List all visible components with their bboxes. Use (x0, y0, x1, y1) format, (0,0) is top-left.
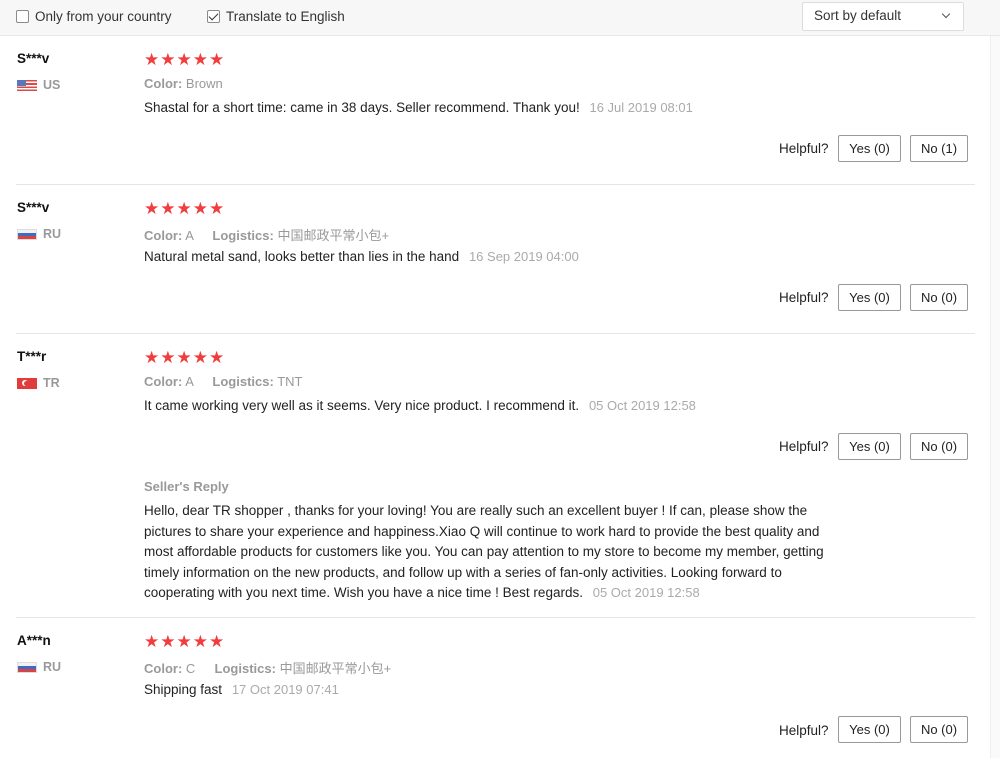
star-rating: ★★★★★ (144, 199, 226, 218)
review-divider (16, 333, 975, 334)
sort-dropdown[interactable]: Sort by default (802, 2, 964, 31)
review-text-line: Shipping fast 17 Oct 2019 07:41 (144, 682, 339, 697)
checkbox-checked-icon[interactable] (207, 10, 220, 23)
seller-reply-title: Seller's Reply (144, 479, 229, 494)
seller-reply-text: Hello, dear TR shopper , thanks for your… (144, 503, 824, 600)
ru-flag-icon (17, 228, 37, 240)
country-code: US (43, 78, 61, 92)
reviewer-country: TR (17, 376, 60, 390)
only-from-country-label: Only from your country (35, 9, 172, 24)
helpful-yes-button[interactable]: Yes (0) (838, 135, 901, 162)
review-divider (16, 617, 975, 618)
logistics-key: Logistics: (214, 661, 276, 676)
color-key: Color: (144, 661, 183, 676)
review-date: 16 Sep 2019 04:00 (468, 249, 579, 264)
reviewer-name: S***v (17, 200, 50, 215)
color-key: Color: (144, 374, 183, 389)
logistics-key: Logistics: (212, 228, 274, 243)
reviewer-name: S***v (17, 51, 50, 66)
logistics-key: Logistics: (212, 374, 274, 389)
only-from-country-checkbox[interactable]: Only from your country (16, 9, 172, 24)
helpful-no-button[interactable]: No (1) (910, 135, 968, 162)
review-date: 17 Oct 2019 07:41 (231, 682, 339, 697)
reviewer-country: US (17, 78, 60, 92)
helpful-yes-button[interactable]: Yes (0) (838, 284, 901, 311)
helpful-no-button[interactable]: No (0) (910, 284, 968, 311)
star-rating: ★★★★★ (144, 50, 226, 69)
chevron-down-icon (941, 9, 951, 19)
review-text: Shipping fast (144, 682, 223, 697)
country-code: RU (43, 227, 62, 241)
reviewer-country: RU (17, 660, 61, 674)
logistics-value: 中国邮政平常小包+ (279, 661, 392, 676)
review-attributes: Color: Brown (144, 76, 223, 91)
reviewer-name: T***r (17, 349, 47, 364)
review-divider (16, 184, 975, 185)
country-code: RU (43, 660, 62, 674)
review-text: It came working very well as it seems. V… (144, 398, 580, 413)
review-date: 05 Oct 2019 12:58 (588, 398, 696, 413)
logistics-value: 中国邮政平常小包+ (277, 228, 390, 243)
helpful-yes-button[interactable]: Yes (0) (838, 433, 901, 460)
color-value: A (185, 374, 194, 389)
review-text-line: It came working very well as it seems. V… (144, 398, 696, 413)
star-rating: ★★★★★ (144, 348, 226, 367)
color-value: C (185, 661, 196, 676)
reviewer-name: A***n (17, 633, 51, 648)
translate-to-english-checkbox[interactable]: Translate to English (207, 9, 345, 24)
review-attributes: Color: A Logistics: TNT (144, 374, 302, 389)
color-value: Brown (185, 76, 223, 91)
helpful-yes-button[interactable]: Yes (0) (838, 716, 901, 743)
logistics-value: TNT (277, 374, 303, 389)
country-code: TR (43, 376, 60, 390)
seller-reply: Hello, dear TR shopper , thanks for your… (144, 501, 844, 604)
reviewer-country: RU (17, 227, 61, 241)
color-key: Color: (144, 228, 183, 243)
review-text: Shastal for a short time: came in 38 day… (144, 100, 580, 115)
checkbox-unchecked-icon[interactable] (16, 10, 29, 23)
us-flag-icon (17, 79, 37, 91)
color-value: A (185, 228, 194, 243)
review-text-line: Natural metal sand, looks better than li… (144, 249, 579, 264)
review-text: Natural metal sand, looks better than li… (144, 249, 460, 264)
translate-label: Translate to English (226, 9, 345, 24)
star-rating: ★★★★★ (144, 632, 226, 651)
review-date: 16 Jul 2019 08:01 (589, 100, 693, 115)
review-filter-bar: Only from your country Translate to Engl… (0, 0, 1000, 36)
helpful-no-button[interactable]: No (0) (910, 433, 968, 460)
sort-selected-value: Sort by default (814, 8, 902, 23)
helpful-label: Helpful? (779, 290, 829, 305)
ru-flag-icon (17, 661, 37, 673)
seller-reply-date: 05 Oct 2019 12:58 (592, 585, 700, 600)
color-key: Color: (144, 76, 183, 91)
scrollbar[interactable] (990, 36, 1000, 758)
review-attributes: Color: A Logistics: 中国邮政平常小包+ (144, 225, 389, 244)
review-attributes: Color: C Logistics: 中国邮政平常小包+ (144, 658, 391, 677)
helpful-no-button[interactable]: No (0) (910, 716, 968, 743)
review-text-line: Shastal for a short time: came in 38 day… (144, 100, 693, 115)
helpful-label: Helpful? (779, 141, 829, 156)
tr-flag-icon (17, 377, 37, 389)
helpful-label: Helpful? (779, 723, 829, 738)
helpful-label: Helpful? (779, 439, 829, 454)
